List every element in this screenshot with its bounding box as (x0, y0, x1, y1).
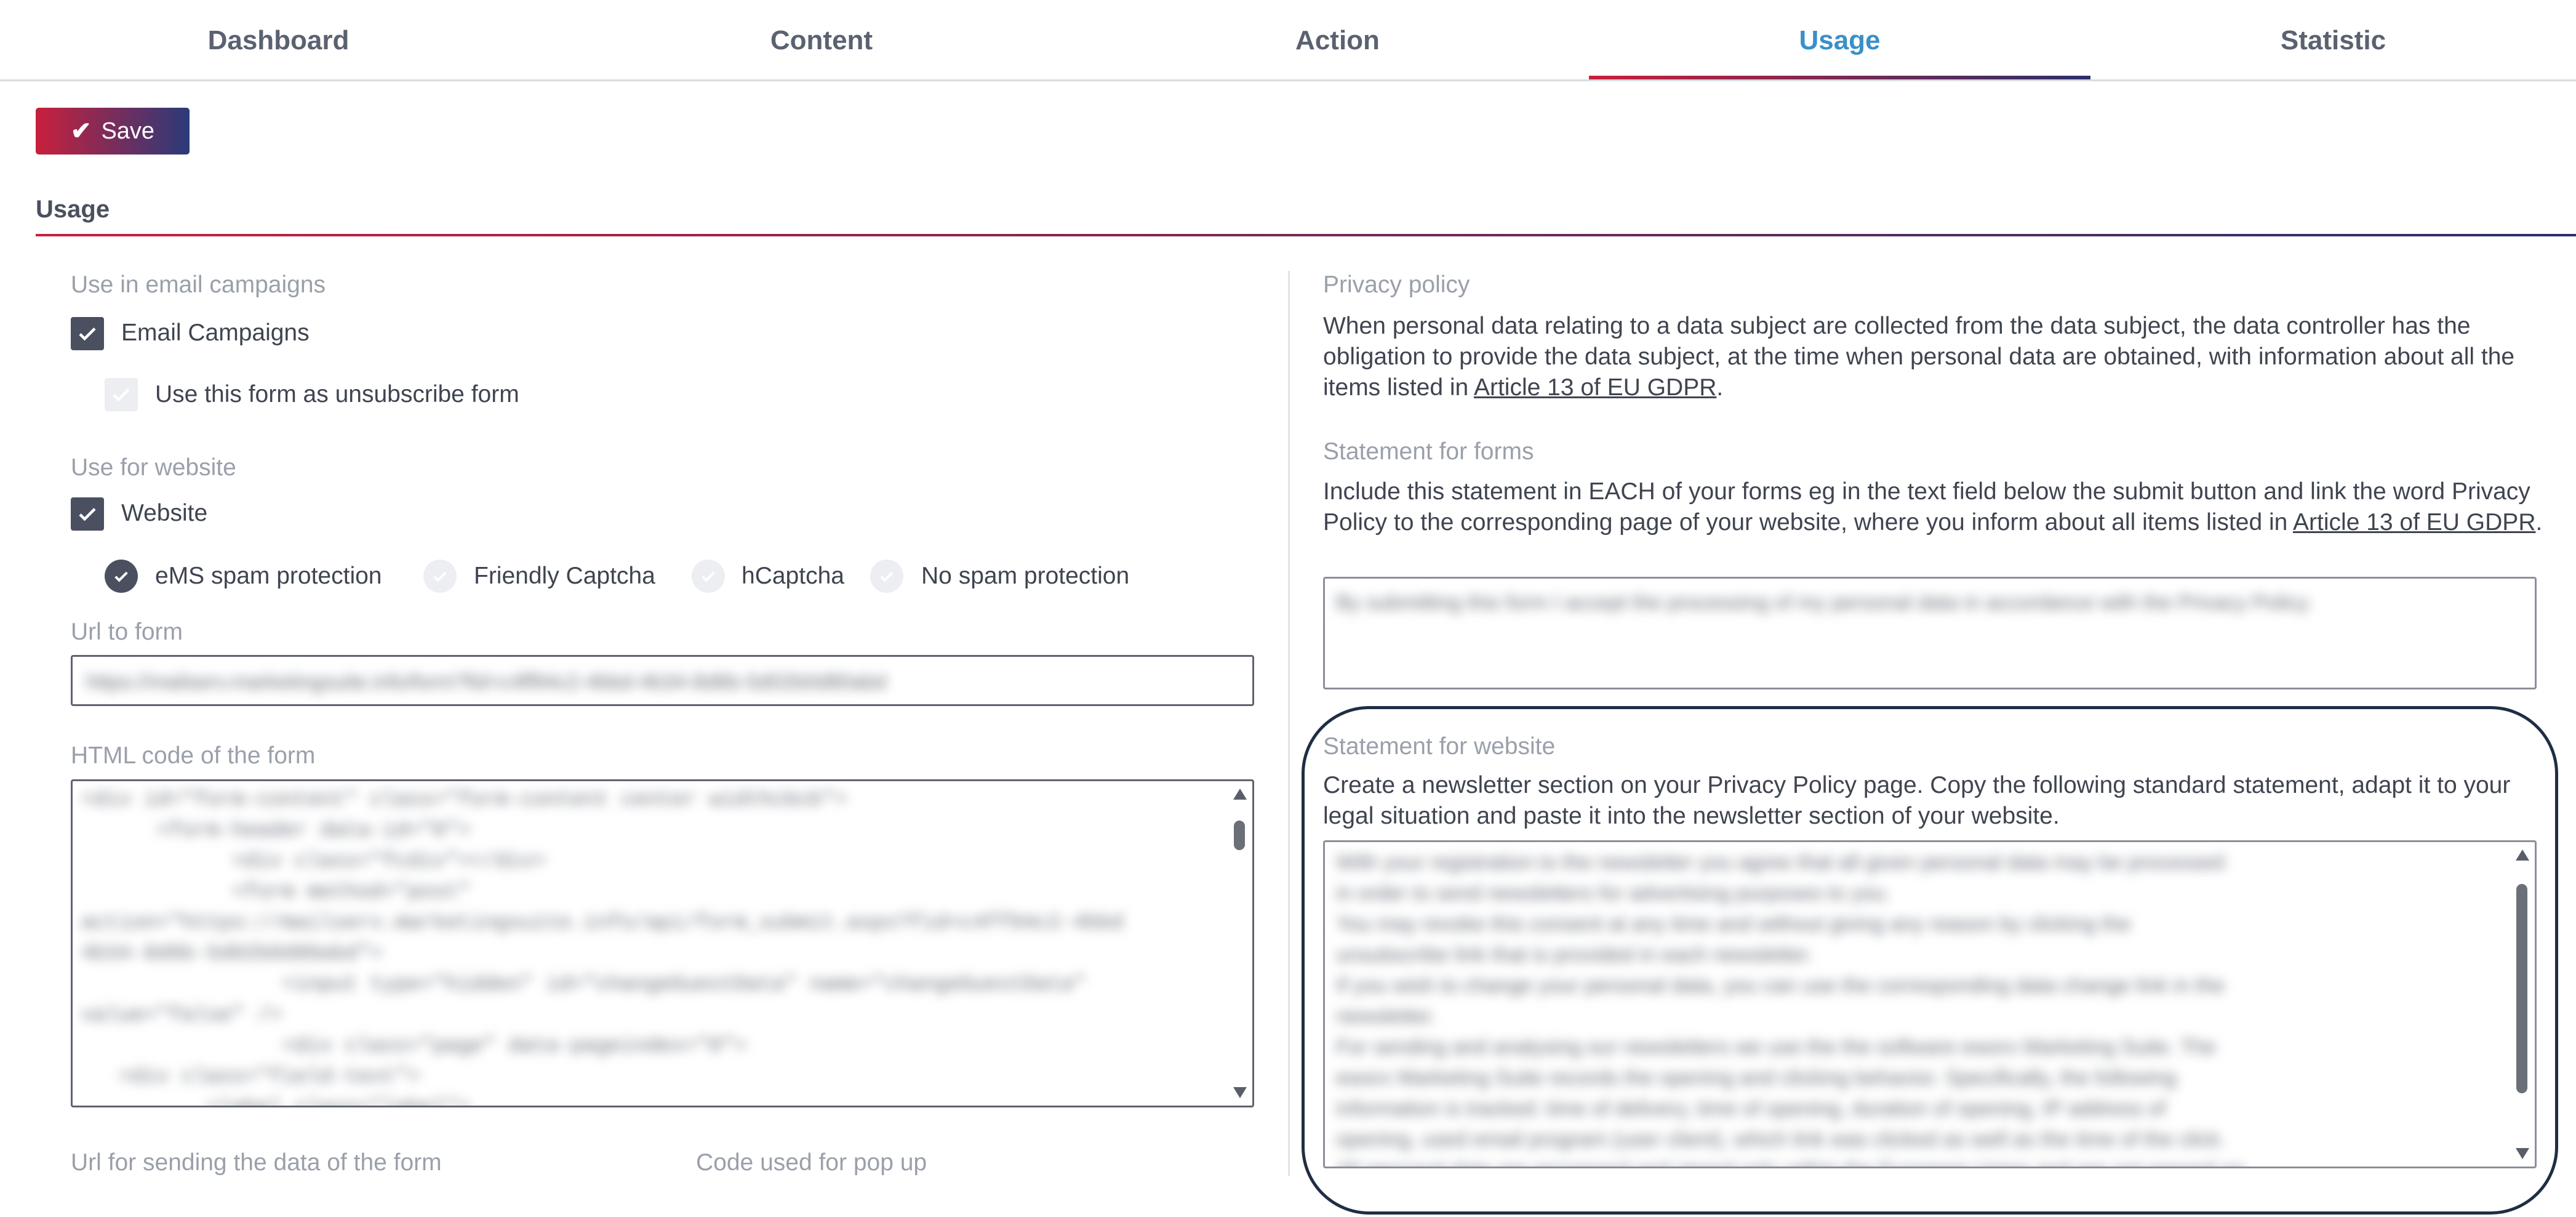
gdpr-article-link[interactable]: Article 13 of EU GDPR (1474, 374, 1716, 401)
html-code-line: <input type="hidden" id="changeGuestData… (81, 973, 1086, 997)
scroll-down-icon[interactable] (1233, 1087, 1247, 1098)
unsubscribe-label: Use this form as unsubscribe form (155, 381, 519, 408)
url-to-form-value: https://mailserv.marketingsuite.info/for… (86, 670, 887, 694)
scrollbar-thumb[interactable] (2516, 884, 2527, 1093)
html-code-line: action="https://mailserv.marketingsuite.… (81, 912, 1124, 935)
html-code-line: 4b34-8d6b-5d02b0d80abd"> (81, 942, 383, 966)
check-icon (702, 571, 715, 582)
forms-statement-textarea[interactable]: By submitting this form I accept the pro… (1323, 577, 2537, 689)
tab-statistic[interactable]: Statistic (2090, 0, 2576, 81)
check-icon (79, 508, 96, 521)
spam-option-friendly-captcha-radio[interactable] (423, 560, 457, 593)
spam-option-hcaptcha-radio[interactable] (692, 560, 725, 593)
html-code-line: value="false" /> (81, 1004, 282, 1027)
website-statement-line: opening, used email program (user client… (1336, 1128, 2226, 1151)
privacy-policy-period: . (1716, 374, 1724, 401)
privacy-policy-label: Privacy policy (1323, 271, 1470, 298)
save-button[interactable]: ✔ Save (36, 108, 190, 155)
spam-option-none-label: No spam protection (921, 563, 1130, 589)
website-statement-line: All personal data are processed and stor… (1336, 1155, 2493, 1167)
html-code-line: <div class="field-text"> (81, 1066, 420, 1089)
html-code-line: <div class="page" data-pageindex="0"> (81, 1035, 747, 1058)
section-divider (36, 234, 2576, 236)
html-code-line: <label class="label"> (81, 1093, 1123, 1106)
tab-content[interactable]: Content (557, 0, 1086, 81)
tab-bar: Dashboard Content Action Usage Statistic (0, 0, 2576, 81)
scroll-up-icon[interactable] (2516, 849, 2529, 861)
website-label: Website (121, 500, 208, 526)
statement-for-forms-text: Include this statement in EACH of your f… (1323, 476, 2554, 538)
html-code-textarea[interactable]: <div id="form-content" class="form-conte… (71, 779, 1254, 1107)
website-statement-line: eworx Marketing Suite records the openin… (1336, 1066, 2177, 1090)
statement-for-website-text: Create a newsletter section on your Priv… (1323, 772, 2511, 829)
check-icon: ✔ (70, 118, 92, 145)
gdpr-article-link[interactable]: Article 13 of EU GDPR (2293, 509, 2535, 536)
spam-option-friendly-captcha-label: Friendly Captcha (474, 563, 655, 589)
website-statement-line: information is tracked: time of delivery… (1336, 1097, 2166, 1120)
html-code-line: <form-header data-id="0"> (81, 819, 471, 843)
website-checkbox[interactable] (71, 497, 104, 531)
save-button-label: Save (101, 118, 155, 144)
website-statement-line: If you wish to change your personal data… (1336, 974, 2225, 997)
html-code-line: <div id="form-content" class="form-conte… (81, 789, 847, 812)
popup-code-label: Code used for pop up (696, 1149, 927, 1176)
column-divider (1288, 271, 1290, 1176)
statement-for-website-label: Statement for website (1323, 733, 1556, 760)
html-code-content: <div id="form-content" class="form-conte… (81, 785, 1124, 1106)
email-campaigns-checkbox[interactable] (71, 317, 104, 350)
section-title: Usage (36, 196, 110, 223)
statement-for-forms-period: . (2535, 509, 2543, 536)
website-statement-line: With your registration to the newsletter… (1336, 851, 2225, 874)
scroll-up-icon[interactable] (1233, 789, 1247, 800)
statement-for-forms-label: Statement for forms (1323, 438, 1534, 465)
email-group-label: Use in email campaigns (71, 271, 326, 298)
tab-dashboard[interactable]: Dashboard (0, 0, 557, 81)
spam-option-none-radio[interactable] (870, 560, 903, 593)
scrollbar-thumb[interactable] (1234, 821, 1245, 850)
unsubscribe-checkbox[interactable] (105, 378, 138, 411)
tab-usage[interactable]: Usage (1589, 0, 2090, 81)
html-code-label: HTML code of the form (71, 742, 316, 769)
check-icon (433, 571, 447, 582)
check-icon (79, 327, 96, 341)
html-code-line: <div class="fcdiv"></div> (81, 850, 546, 874)
tab-action[interactable]: Action (1086, 0, 1589, 81)
website-statement-line: For sending and analysing our newsletter… (1336, 1035, 2217, 1059)
check-icon (114, 571, 128, 582)
privacy-policy-text: When personal data relating to a data su… (1323, 311, 2554, 403)
website-statement-line: unsubscribe link that is provided in eac… (1336, 943, 1813, 966)
url-to-form-field[interactable]: https://mailserv.marketingsuite.info/for… (71, 655, 1254, 706)
spam-option-hcaptcha-label: hCaptcha (742, 563, 844, 589)
check-icon (113, 388, 130, 402)
check-icon (880, 571, 894, 582)
website-statement-content: With your registration to the newsletter… (1336, 847, 2493, 1167)
active-tab-indicator (1589, 76, 2090, 79)
html-code-scrollbar[interactable] (1230, 786, 1249, 1101)
url-to-form-label: Url to form (71, 619, 183, 645)
forms-statement-value: By submitting this form I accept the pro… (1336, 591, 2313, 614)
website-statement-scrollbar[interactable] (2513, 847, 2531, 1162)
spam-option-ems-radio[interactable] (105, 560, 138, 593)
website-statement-line: You may revoke this consent at any time … (1336, 912, 2131, 936)
scroll-down-icon[interactable] (2516, 1148, 2529, 1159)
spam-option-ems-label: eMS spam protection (155, 563, 382, 589)
email-campaigns-label: Email Campaigns (121, 319, 310, 346)
sending-url-label: Url for sending the data of the form (71, 1149, 442, 1176)
html-code-line: <form method="post" (81, 881, 471, 904)
website-statement-line: in order to send newsletters for adverti… (1336, 882, 1891, 905)
website-statement-textarea[interactable]: With your registration to the newsletter… (1323, 840, 2537, 1168)
website-statement-line: newsletter. (1336, 1005, 1436, 1028)
website-group-label: Use for website (71, 454, 236, 481)
